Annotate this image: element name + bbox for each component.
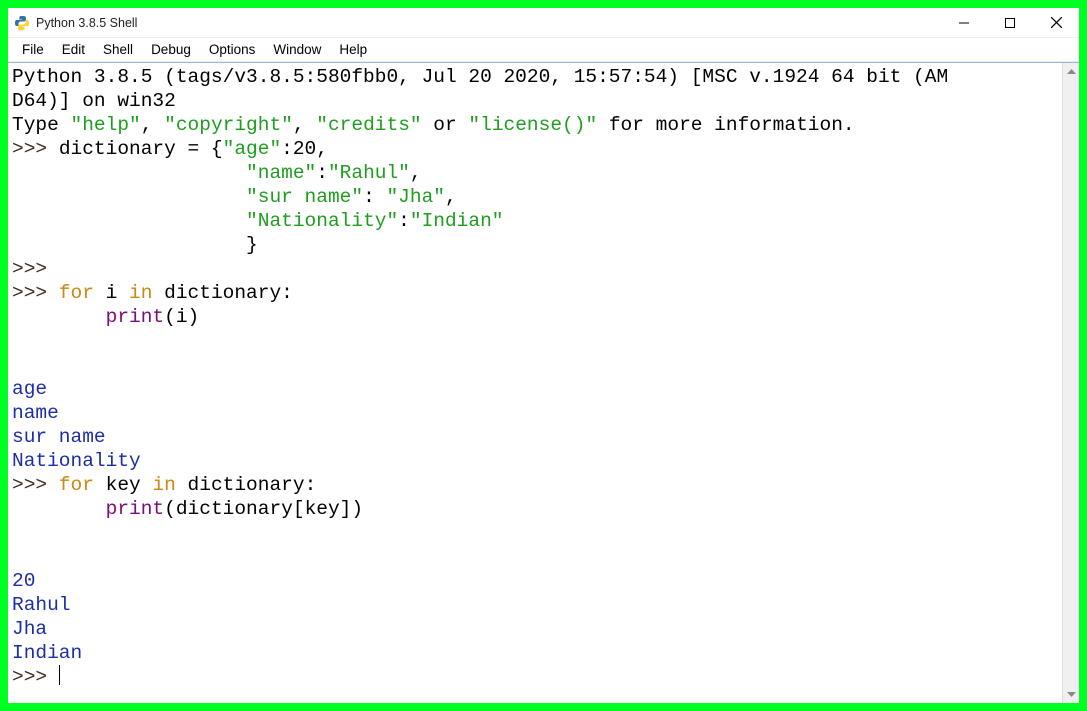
shell-content[interactable]: Python 3.8.5 (tags/v3.8.5:580fbb0, Jul 2… <box>8 63 1062 703</box>
window-title: Python 3.8.5 Shell <box>36 16 941 30</box>
menu-file[interactable]: File <box>14 40 52 59</box>
vertical-scrollbar[interactable] <box>1062 63 1079 703</box>
kw-for: for <box>59 474 94 496</box>
banner-str-credits: "credits" <box>316 114 421 136</box>
python-icon <box>14 15 30 31</box>
menu-edit[interactable]: Edit <box>54 40 93 59</box>
maximize-button[interactable] <box>987 8 1033 38</box>
output-line: Nationality <box>12 450 141 472</box>
val-nationality: "Indian" <box>410 210 504 232</box>
banner-str-copyright: "copyright" <box>164 114 293 136</box>
banner-str-license: "license()" <box>468 114 597 136</box>
output-line: sur name <box>12 426 106 448</box>
scroll-up-icon[interactable] <box>1063 63 1079 80</box>
prompt: >>> <box>12 474 59 496</box>
dict-close: } <box>12 234 258 256</box>
text-cursor <box>59 665 60 685</box>
menu-window[interactable]: Window <box>265 40 329 59</box>
output-line: Jha <box>12 618 47 640</box>
content-wrap: Python 3.8.5 (tags/v3.8.5:580fbb0, Jul 2… <box>8 62 1079 703</box>
output-line: 20 <box>12 570 35 592</box>
kw-in: in <box>152 474 175 496</box>
banner-line-2: D64)] on win32 <box>12 90 176 112</box>
menu-help[interactable]: Help <box>331 40 375 59</box>
output-line: name <box>12 402 59 424</box>
banner-line-3a: Type <box>12 114 71 136</box>
builtin-print: print <box>106 306 165 328</box>
menubar: File Edit Shell Debug Options Window Hel… <box>8 38 1079 62</box>
output-line: Indian <box>12 642 82 664</box>
kw-in: in <box>129 282 152 304</box>
output-line: Rahul <box>12 594 71 616</box>
prompt-empty: >>> <box>12 258 47 280</box>
window-controls <box>941 8 1079 38</box>
menu-options[interactable]: Options <box>201 40 264 59</box>
idle-window: Python 3.8.5 Shell File Edit Shell Debug… <box>8 8 1079 703</box>
builtin-print: print <box>106 498 165 520</box>
key-surname: "sur name" <box>246 186 363 208</box>
output-line: age <box>12 378 47 400</box>
val-name: "Rahul" <box>328 162 410 184</box>
key-nationality: "Nationality" <box>246 210 398 232</box>
key-name: "name" <box>246 162 316 184</box>
prompt: >>> <box>12 282 59 304</box>
menu-debug[interactable]: Debug <box>143 40 199 59</box>
close-button[interactable] <box>1033 8 1079 38</box>
scroll-down-icon[interactable] <box>1063 686 1079 703</box>
banner-line-1: Python 3.8.5 (tags/v3.8.5:580fbb0, Jul 2… <box>12 66 948 88</box>
val-surname: "Jha" <box>386 186 445 208</box>
val-age: 20 <box>293 138 316 160</box>
prompt: >>> <box>12 666 59 688</box>
menu-shell[interactable]: Shell <box>95 40 141 59</box>
prompt: >>> <box>12 138 59 160</box>
banner-str-help: "help" <box>71 114 141 136</box>
key-age: "age" <box>223 138 282 160</box>
titlebar[interactable]: Python 3.8.5 Shell <box>8 8 1079 38</box>
minimize-button[interactable] <box>941 8 987 38</box>
code-dict-assign: dictionary = { <box>59 138 223 160</box>
kw-for: for <box>59 282 94 304</box>
